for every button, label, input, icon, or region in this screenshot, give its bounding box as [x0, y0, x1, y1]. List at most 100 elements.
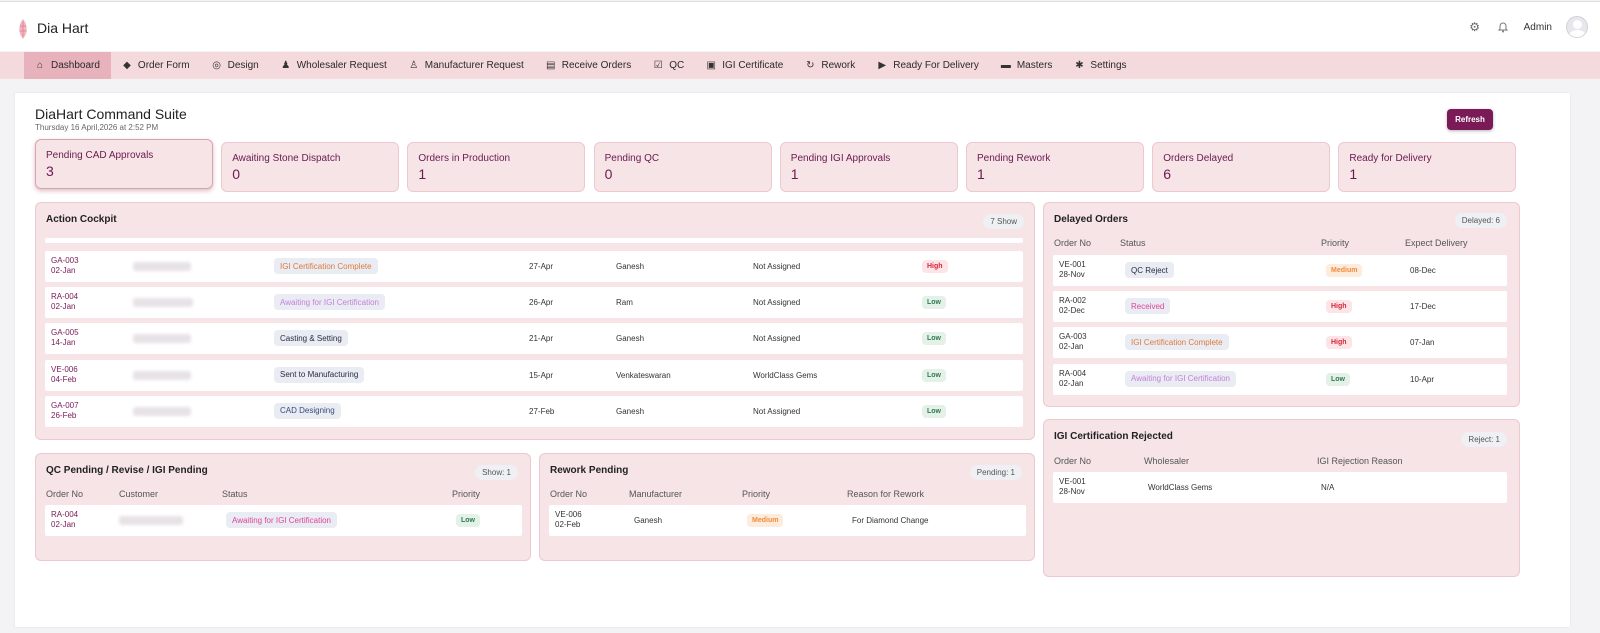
status-badge: Awaiting for IGI Certification [274, 294, 386, 311]
stat-label: Pending Rework [977, 153, 1051, 164]
column-header: Priority [1321, 238, 1350, 248]
assignee-cell: Ganesh [616, 262, 645, 271]
panel-title: QC Pending / Revise / IGI Pending [46, 465, 208, 476]
order-cell: RA-004 02-Jan [51, 292, 78, 312]
column-header: Status [222, 489, 248, 499]
order-id: GA-005 [51, 328, 79, 338]
delivery-date-cell: 10-Apr [1410, 374, 1435, 384]
table-row[interactable]: RA-004 02-Jan Awaiting for IGI Certificat… [45, 505, 522, 536]
checkbox-icon: ☑ [653, 60, 663, 71]
panel-title: Action Cockpit [46, 214, 117, 225]
order-id: GA-003 [1059, 332, 1087, 342]
table-row[interactable]: VE-006 02-Feb Ganesh Medium For Diamond C… [549, 505, 1026, 536]
manufacturer-cell: Not Assigned [753, 406, 801, 416]
count-pill: 7 Show [983, 214, 1024, 229]
users-icon: ♟ [281, 60, 291, 71]
brand-logo-icon [19, 19, 27, 39]
priority-badge: Low [922, 368, 946, 382]
nav-item-order-form[interactable]: ◆ Order Form [111, 52, 201, 79]
nav-item-wholesaler-request[interactable]: ♟ Wholesaler Request [270, 52, 398, 79]
priority-badge: Low [922, 332, 946, 346]
order-date: 02-Feb [555, 520, 581, 529]
table-row[interactable]: GA-003 02-Jan IGI Certification Complete 27… [45, 251, 1023, 282]
assignee-cell: Ram [616, 298, 633, 308]
priority-badge: Low [1326, 372, 1350, 386]
bell-icon[interactable] [1496, 20, 1510, 34]
stat-card[interactable]: Orders Delayed 6 [1152, 142, 1331, 192]
stat-value: 1 [1349, 166, 1358, 182]
order-date: 02-Jan [1059, 378, 1084, 388]
table-row[interactable]: RA-004 02-Jan Awaiting for IGI Certificati… [45, 287, 1023, 319]
redacted-customer [133, 262, 191, 271]
count-pill: Show: 1 [475, 465, 518, 480]
nav-item-ready-for-delivery[interactable]: ▶ Ready For Delivery [866, 52, 990, 79]
avatar[interactable] [1566, 16, 1588, 38]
nav-item-settings[interactable]: ✱ Settings [1063, 52, 1137, 79]
redacted-customer [133, 298, 193, 308]
stat-label: Pending QC [604, 153, 660, 164]
page-subtitle: Thursday 16 April,2026 at 2:52 PM [35, 123, 159, 132]
stat-value: 1 [977, 166, 985, 182]
stat-card[interactable]: Pending CAD Approvals 3 [35, 139, 213, 189]
stat-card[interactable]: Pending IGI Approvals 1 [779, 142, 958, 192]
column-header: Status [1120, 238, 1146, 248]
nav-item-masters[interactable]: ▬ Masters [990, 52, 1064, 79]
stat-card[interactable]: Awaiting Stone Dispatch 0 [221, 142, 400, 192]
nav-item-rework[interactable]: ↻ Rework [794, 52, 866, 79]
nav-item-label: Design [227, 60, 259, 71]
manufacturer-cell: WorldClass Gems [753, 370, 818, 380]
table-row[interactable]: GA-005 14-Jan Casting & Setting 21-Apr Ganes… [45, 323, 1023, 355]
manufacturer-cell: Not Assigned [753, 334, 801, 344]
stat-value: 3 [46, 163, 54, 179]
stat-card[interactable]: Ready for Delivery 1 [1338, 142, 1517, 192]
table-row[interactable]: VE-006 04-Feb Sent to Manufacturing 15-Apr V… [45, 359, 1023, 391]
stat-card[interactable]: Pending Rework 1 [966, 142, 1144, 192]
table-row[interactable]: RA-002 02-Dec Received High 17-Dec [1053, 291, 1507, 323]
table-row[interactable]: GA-003 02-Jan IGI Certification Complete Hi… [1053, 327, 1507, 359]
refresh-button[interactable]: Refresh [1447, 109, 1493, 130]
nav-item-igi-certificate[interactable]: ▣ IGI Certificate [695, 52, 794, 79]
order-cell: GA-003 02-Jan [1059, 332, 1087, 352]
manufacturer-cell: Not Assigned [753, 262, 801, 271]
cart-icon: ▬ [1000, 60, 1011, 71]
column-header: IGI Rejection Reason [1317, 456, 1403, 466]
stat-label: Pending IGI Approvals [790, 153, 891, 164]
redacted-customer [119, 516, 183, 525]
priority-badge: Low [922, 404, 946, 418]
order-date: 02-Jan [51, 266, 76, 275]
priority-badge: Low [456, 514, 480, 527]
order-date: 02-Jan [51, 520, 76, 529]
order-id: GA-007 [51, 400, 79, 410]
stat-card[interactable]: Orders in Production 1 [407, 142, 586, 192]
stat-value: 0 [604, 166, 613, 182]
nav-item-design[interactable]: ◎ Design [201, 52, 270, 79]
stat-label: Ready for Delivery [1349, 153, 1432, 164]
action-cockpit-panel: Action Cockpit 7 Show GA-003 02-Jan IGI Ce… [35, 202, 1035, 440]
truck-icon: ▶ [878, 60, 887, 71]
table-row[interactable]: VE-001 28-Nov WorldClass Gems N/A [1053, 472, 1507, 503]
table-row[interactable]: VE-001 28-Nov QC Reject Medium 08-Dec [1053, 255, 1507, 286]
manufacturer-cell: Not Assigned [753, 298, 801, 308]
assignee-cell: Venkateswaran [616, 370, 671, 380]
order-date: 02-Jan [1059, 342, 1084, 352]
gear-icon[interactable]: ⚙ [1468, 20, 1482, 34]
priority-badge: Medium [1326, 264, 1363, 277]
rejection-reason-cell: N/A [1321, 483, 1335, 492]
user-name[interactable]: Admin [1524, 22, 1552, 33]
nav-item-receive-orders[interactable]: ▤ Receive Orders [535, 52, 642, 79]
nav-item-manufacturer-request[interactable]: ♙ Manufacturer Request [398, 52, 535, 79]
table-row[interactable]: RA-004 02-Jan Awaiting for IGI Certificati… [1053, 363, 1507, 395]
manufacturer-cell: Ganesh [634, 516, 663, 525]
status-badge: QC Reject [1125, 262, 1174, 278]
nav-item-label: Wholesaler Request [296, 60, 387, 71]
order-cell: VE-006 04-Feb [51, 365, 78, 385]
nav-item-qc[interactable]: ☑ QC [642, 52, 695, 79]
ring-icon: ◎ [212, 60, 221, 71]
panel-title: IGI Certification Rejected [1054, 431, 1173, 442]
nav-item-label: Masters [1016, 60, 1053, 71]
stat-card[interactable]: Pending QC 0 [593, 142, 772, 192]
top-header: Dia Hart ⚙ Admin [0, 1, 1600, 51]
order-id: RA-002 [1059, 296, 1087, 306]
table-row[interactable]: GA-007 26-Feb CAD Designing 27-Feb Ganesh Not… [45, 395, 1023, 427]
nav-item-dashboard[interactable]: ⌂ Dashboard [24, 52, 111, 79]
